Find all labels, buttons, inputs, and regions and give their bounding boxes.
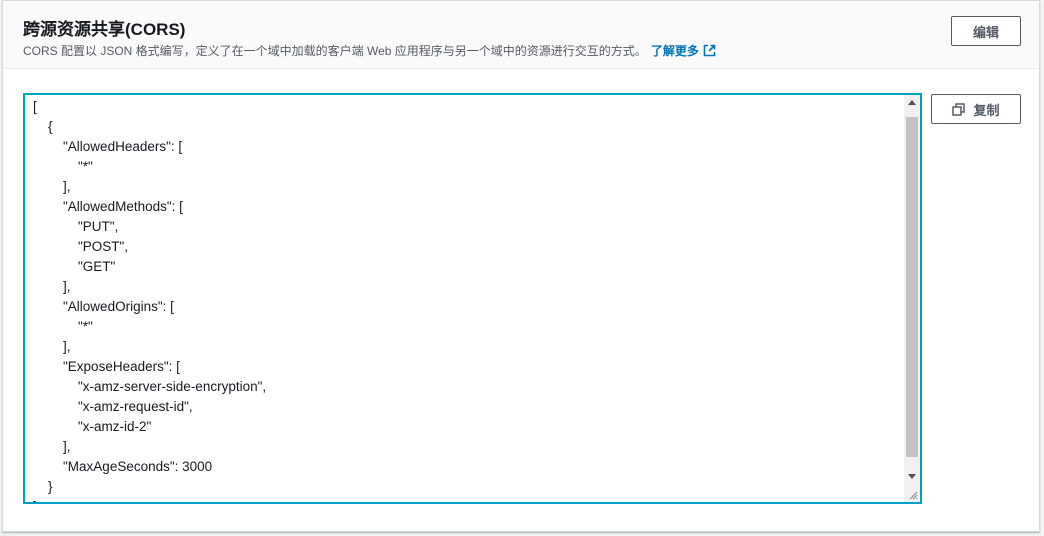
scrollbar-thumb[interactable] [906,117,918,457]
learn-more-link[interactable]: 了解更多 [651,44,716,58]
edit-button-label: 编辑 [972,24,999,40]
copy-button-label: 复制 [973,102,1000,118]
scroll-down-arrow-icon[interactable] [908,474,916,479]
cors-panel: 跨源资源共享(CORS) CORS 配置以 JSON 格式编写，定义了在一个域中… [2,0,1040,532]
scroll-up-arrow-icon[interactable] [908,100,916,105]
cors-json-editor[interactable]: [ { "AllowedHeaders": [ "*" ], "AllowedM… [23,93,922,504]
copy-button[interactable]: 复制 [931,94,1021,124]
cors-json-text[interactable]: [ { "AllowedHeaders": [ "*" ], "AllowedM… [33,97,266,502]
learn-more-label: 了解更多 [650,44,699,58]
section-title: 跨源资源共享(CORS) [23,20,186,39]
panel-header: 跨源资源共享(CORS) CORS 配置以 JSON 格式编写，定义了在一个域中… [3,1,1039,69]
section-description: CORS 配置以 JSON 格式编写，定义了在一个域中加载的客户端 Web 应用… [23,42,716,59]
resize-handle-icon[interactable] [908,490,918,500]
description-text: CORS 配置以 JSON 格式编写，定义了在一个域中加载的客户端 Web 应用… [23,44,647,58]
editor-scrollbar[interactable] [904,95,920,502]
edit-button[interactable]: 编辑 [951,16,1021,46]
copy-icon [952,102,966,116]
external-link-icon [703,44,716,57]
